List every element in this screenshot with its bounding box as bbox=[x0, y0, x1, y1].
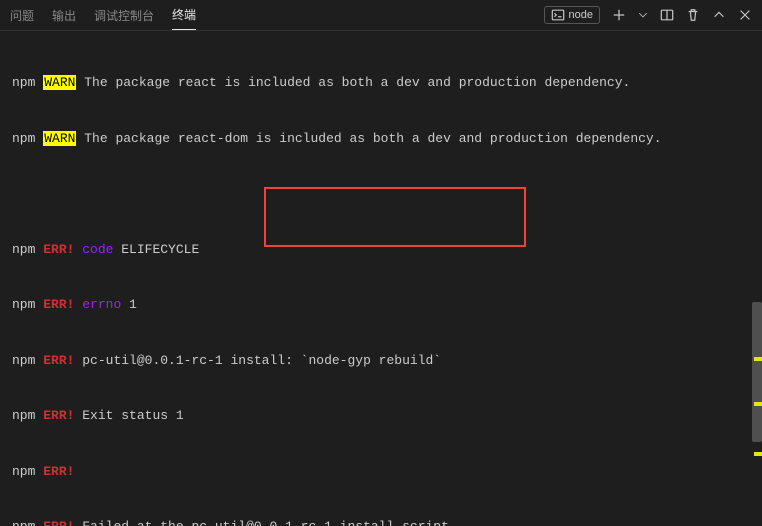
err-badge: ERR! bbox=[43, 519, 74, 526]
err-badge: ERR! bbox=[43, 297, 74, 312]
err-badge: ERR! bbox=[43, 464, 74, 479]
split-icon bbox=[660, 8, 674, 22]
err-badge: ERR! bbox=[43, 242, 74, 257]
close-panel-button[interactable] bbox=[738, 8, 752, 22]
terminal-profile-label: node bbox=[569, 9, 593, 21]
plus-icon bbox=[612, 8, 626, 22]
terminal-icon bbox=[551, 8, 565, 22]
close-icon bbox=[738, 8, 752, 22]
terminal-profile-selector[interactable]: node bbox=[544, 6, 600, 24]
tab-output[interactable]: 输出 bbox=[52, 1, 76, 30]
warn-badge: WARN bbox=[43, 75, 76, 90]
tab-debug-console[interactable]: 调试控制台 bbox=[94, 1, 154, 30]
terminal-dropdown-button[interactable] bbox=[638, 10, 648, 20]
tab-terminal[interactable]: 终端 bbox=[172, 0, 196, 30]
tab-problems[interactable]: 问题 bbox=[10, 1, 34, 30]
trash-icon bbox=[686, 8, 700, 22]
terminal-scrollbar[interactable] bbox=[752, 32, 762, 526]
scrollbar-marker bbox=[754, 402, 762, 406]
warn-badge: WARN bbox=[43, 131, 76, 146]
new-terminal-button[interactable] bbox=[612, 8, 626, 22]
kill-terminal-button[interactable] bbox=[686, 8, 700, 22]
terminal-output[interactable]: npm WARN The package react is included a… bbox=[0, 31, 762, 526]
panel-tab-bar: 问题 输出 调试控制台 终端 node bbox=[0, 0, 762, 31]
chevron-up-icon bbox=[712, 8, 726, 22]
scrollbar-marker bbox=[754, 357, 762, 361]
err-badge: ERR! bbox=[43, 353, 74, 368]
scrollbar-thumb[interactable] bbox=[752, 302, 762, 442]
err-badge: ERR! bbox=[43, 408, 74, 423]
split-terminal-button[interactable] bbox=[660, 8, 674, 22]
chevron-down-icon bbox=[638, 10, 648, 20]
maximize-panel-button[interactable] bbox=[712, 8, 726, 22]
scrollbar-marker bbox=[754, 452, 762, 456]
